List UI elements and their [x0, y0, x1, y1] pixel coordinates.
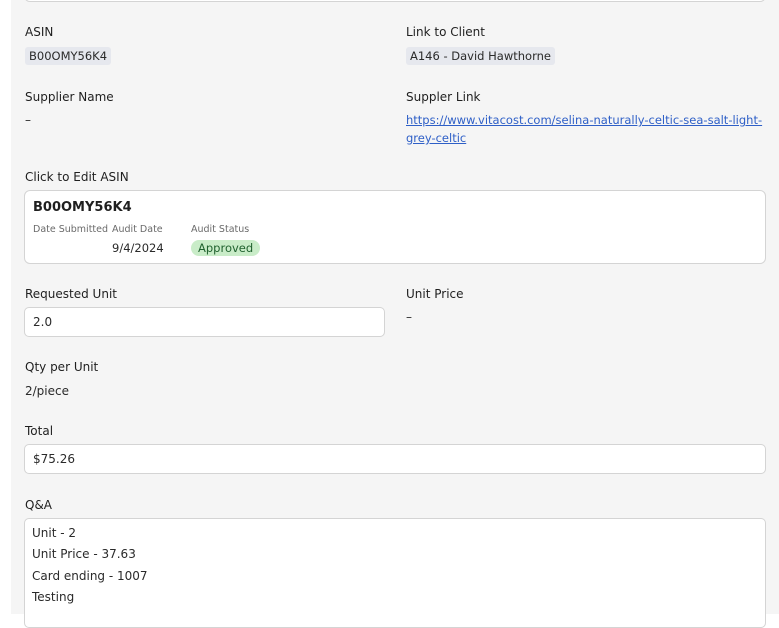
link-to-client-label: Link to Client	[406, 25, 485, 39]
asin-detail-panel: ASIN B00OMY56K4 Link to Client A146 - Da…	[11, 0, 779, 628]
qa-line: Unit Price - 37.63	[32, 547, 136, 562]
requested-unit-input[interactable]: 2.0	[24, 307, 385, 337]
total-label: Total	[25, 424, 54, 438]
qa-line: Card ending - 1007	[32, 568, 148, 583]
audit-date-label: Audit Date	[112, 224, 163, 235]
client-chip[interactable]: A146 - David Hawthorne	[406, 47, 555, 65]
supplier-name-value: –	[25, 113, 31, 127]
qa-line: Testing	[32, 589, 75, 604]
supplier-name-label: Supplier Name	[25, 90, 114, 104]
total-value: $75.26	[33, 452, 75, 466]
date-submitted-label: Date Submitted	[33, 224, 109, 235]
unit-price-label: Unit Price	[406, 287, 464, 301]
qty-per-unit-label: Qty per Unit	[25, 360, 99, 374]
asin-card[interactable]: B00OMY56K4 Date Submitted Audit Date 9/4…	[24, 190, 766, 264]
edit-asin-label: Click to Edit ASIN	[25, 170, 129, 184]
asin-chip: B00OMY56K4	[25, 47, 112, 65]
supplier-link[interactable]: https://www.vitacost.com/selina-naturall…	[406, 111, 766, 147]
qa-textarea[interactable]: Unit - 2 Unit Price - 37.63 Card ending …	[24, 518, 766, 628]
supplier-link-label: Suppler Link	[406, 90, 481, 104]
asin-card-title: B00OMY56K4	[33, 200, 132, 215]
requested-unit-label: Requested Unit	[25, 287, 117, 301]
audit-status-badge: Approved	[191, 240, 261, 256]
total-input[interactable]: $75.26	[24, 444, 766, 474]
unit-price-value: –	[406, 310, 412, 324]
qa-label: Q&A	[25, 498, 53, 512]
qa-line: Unit - 2	[32, 526, 77, 540]
requested-unit-value: 2.0	[33, 315, 53, 329]
previous-field-box	[24, 0, 766, 2]
asin-label: ASIN	[25, 25, 54, 39]
audit-status-label: Audit Status	[191, 224, 250, 235]
audit-date-value: 9/4/2024	[112, 241, 164, 255]
qty-per-unit-value: 2/piece	[25, 384, 69, 398]
